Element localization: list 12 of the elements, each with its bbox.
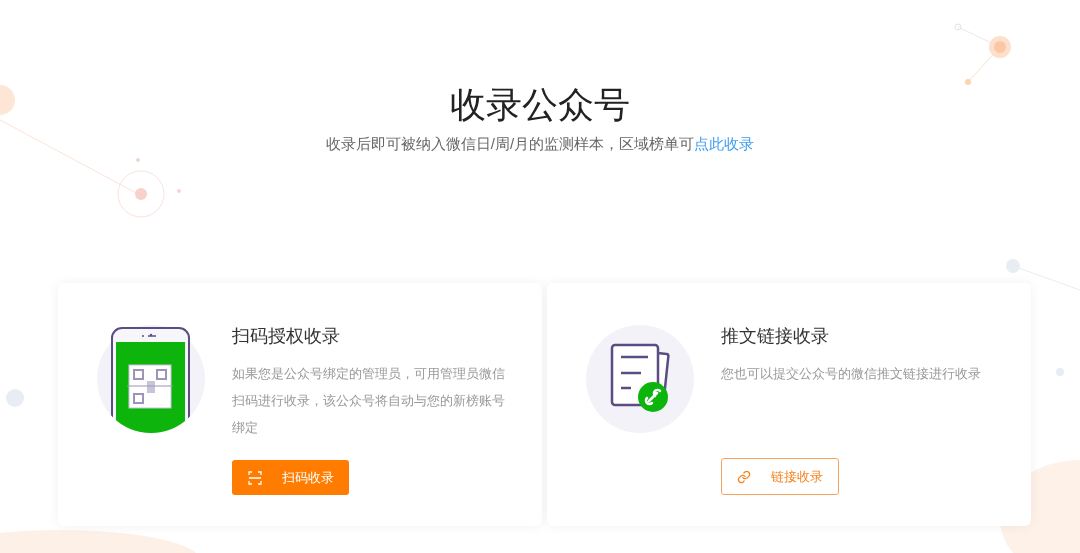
collect-button[interactable]: 链接收录 (721, 458, 839, 495)
method-description: 如果您是公众号绑定的管理员，可用管理员微信扫码进行收录，该公众号将自动与您的新榜账号绑定 (232, 365, 506, 437)
collect-link[interactable]: 点此收录 (694, 135, 755, 152)
network-drawing (954, 23, 1011, 85)
page-title: 收录公众号 (450, 83, 630, 127)
method-title: 扫码授权收录 (232, 325, 341, 348)
method-title: 推文链接收录 (721, 325, 830, 348)
page-subtitle: 收录后即可被纳入微信日/周/月的监测样本，区域榜单可点此收录 (325, 134, 755, 154)
scan-icon (247, 470, 262, 485)
method-description: 您也可以提交公众号的微信推文链接进行收录 (721, 365, 982, 383)
link-icon (737, 469, 751, 484)
collect-button[interactable]: 扫码收录 (232, 460, 349, 495)
